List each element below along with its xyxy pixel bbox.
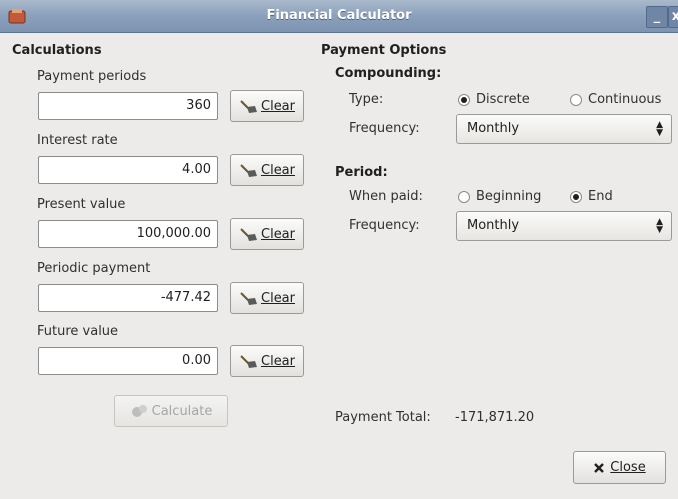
present-value-input[interactable]: 100,000.00 xyxy=(38,220,218,248)
radio-end-label: End xyxy=(588,189,613,204)
present-value-label: Present value xyxy=(37,197,126,212)
radio-beginning[interactable]: Beginning xyxy=(458,189,541,204)
compounding-heading: Compounding: xyxy=(335,66,442,81)
radio-dot xyxy=(458,190,470,203)
compounding-frequency-select[interactable]: Monthly ▲ ▼ xyxy=(456,114,672,144)
broom-icon xyxy=(240,292,257,305)
radio-dot xyxy=(570,93,582,106)
clear-future-value-button[interactable]: Clear xyxy=(230,345,304,377)
period-frequency-select[interactable]: Monthly ▲ ▼ xyxy=(456,211,672,241)
period-frequency-value: Monthly xyxy=(467,218,520,233)
radio-dot xyxy=(570,190,582,203)
interest-rate-input[interactable]: 4.00 xyxy=(38,156,218,184)
clear-label: Clear xyxy=(261,98,295,114)
payment-options-heading: Payment Options xyxy=(321,43,447,58)
window-title: Financial Calculator xyxy=(266,8,412,23)
compounding-frequency-value: Monthly xyxy=(467,121,520,136)
radio-beginning-label: Beginning xyxy=(476,189,542,204)
interest-rate-label: Interest rate xyxy=(37,133,118,148)
period-frequency-label: Frequency: xyxy=(349,218,420,233)
type-label: Type: xyxy=(349,92,384,107)
payment-total-label: Payment Total: xyxy=(335,410,431,425)
periodic-payment-input[interactable]: -477.42 xyxy=(38,284,218,312)
when-paid-label: When paid: xyxy=(349,189,423,204)
radio-discrete[interactable]: Discrete xyxy=(458,92,530,107)
broom-icon xyxy=(240,164,257,177)
radio-continuous-label: Continuous xyxy=(588,92,662,107)
periodic-payment-label: Periodic payment xyxy=(37,261,151,276)
future-value-input[interactable]: 0.00 xyxy=(38,347,218,375)
minimize-button[interactable]: _ xyxy=(646,6,668,28)
payment-periods-input[interactable]: 360 xyxy=(38,92,218,120)
clear-present-value-button[interactable]: Clear xyxy=(230,218,304,250)
clear-interest-rate-button[interactable]: Clear xyxy=(230,154,304,186)
close-x-icon xyxy=(594,462,605,473)
period-heading: Period: xyxy=(335,165,388,180)
clear-label: Clear xyxy=(261,162,295,178)
future-value-label: Future value xyxy=(37,324,119,339)
clear-payment-periods-button[interactable]: Clear xyxy=(230,90,304,122)
combo-arrows-icon: ▲ ▼ xyxy=(656,120,663,138)
compounding-frequency-label: Frequency: xyxy=(349,121,420,136)
window-content: Calculations Payment periods 360 Clear I… xyxy=(0,33,678,499)
broom-icon xyxy=(240,100,257,113)
calculate-button[interactable]: Calculate xyxy=(114,395,228,427)
clear-label: Clear xyxy=(261,353,295,369)
calculations-heading: Calculations xyxy=(12,43,102,58)
close-button[interactable]: Close xyxy=(573,451,666,484)
title-bar[interactable]: Financial Calculator _ x xyxy=(0,0,678,33)
close-window-button[interactable]: x xyxy=(668,6,678,28)
clear-label: Clear xyxy=(261,226,295,242)
payment-periods-label: Payment periods xyxy=(37,69,147,84)
payment-total-value: -171,871.20 xyxy=(455,410,535,425)
radio-discrete-label: Discrete xyxy=(476,92,530,107)
broom-icon xyxy=(240,228,257,241)
clear-periodic-payment-button[interactable]: Clear xyxy=(230,282,304,314)
broom-icon xyxy=(240,355,257,368)
radio-dot xyxy=(458,93,470,106)
calculate-label: Calculate xyxy=(151,403,213,419)
close-label: Close xyxy=(610,460,646,475)
calculate-icon xyxy=(131,405,147,417)
radio-continuous[interactable]: Continuous xyxy=(570,92,661,107)
clear-label: Clear xyxy=(261,290,295,306)
radio-end[interactable]: End xyxy=(570,189,613,204)
combo-arrows-icon: ▲ ▼ xyxy=(656,217,663,235)
